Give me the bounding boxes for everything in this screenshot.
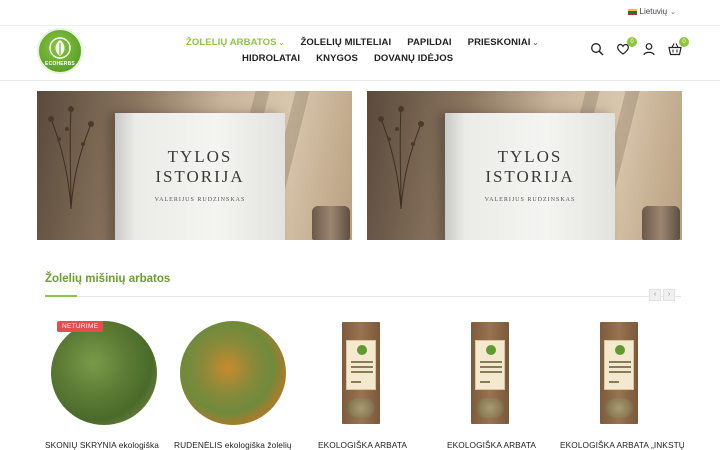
label-line xyxy=(480,366,502,368)
nav-item-label: KNYGOS xyxy=(316,53,358,64)
tea-pouch-image xyxy=(471,322,509,424)
label-line xyxy=(351,361,373,363)
logo-text: ECOHERBS xyxy=(45,61,75,67)
nav-row-secondary: HIDROLATAI KNYGOS DOVANŲ IDĖJOS xyxy=(242,53,453,64)
carousel-arrows: ‹ › xyxy=(649,289,675,301)
product-card[interactable]: EKOLOGIŠKA ARBATA xyxy=(433,318,553,450)
heart-icon[interactable]: 0 xyxy=(616,37,637,56)
nav-item-zoleliu-milteliai[interactable]: ŽOLELIŲ MILTELIAI xyxy=(301,37,392,48)
user-icon[interactable] xyxy=(642,42,656,56)
cart-count-badge: 0 xyxy=(679,37,689,47)
product-image xyxy=(304,318,424,430)
pouch-label xyxy=(346,340,376,390)
product-name[interactable]: RUDENĖLIS ekologiška žolelių xyxy=(174,440,304,450)
label-line xyxy=(480,361,502,363)
pouch-label xyxy=(604,340,634,390)
nav-item-label: ŽOLELIŲ ARBATOS xyxy=(186,37,277,48)
herb-mix-image xyxy=(180,321,286,425)
label-line xyxy=(351,381,361,383)
pouch-window xyxy=(605,398,633,418)
book-title-line1: TYLOS xyxy=(497,147,563,166)
product-card[interactable]: NETURIME SKONIŲ SKRYNIA ekologiška xyxy=(45,318,165,450)
nav-item-papildai[interactable]: PAPILDAI xyxy=(407,37,451,48)
product-image xyxy=(174,318,294,430)
label-line xyxy=(351,371,373,373)
label-line xyxy=(609,366,631,368)
dried-plant-icon xyxy=(48,106,94,209)
nav-item-dovanu-idejos[interactable]: DOVANŲ IDĖJOS xyxy=(374,53,453,64)
product-card[interactable]: RUDENĖLIS ekologiška žolelių xyxy=(174,318,294,450)
vase xyxy=(312,206,350,240)
site-header: ECOHERBS ŽOLELIŲ ARBATOS ⌄ ŽOLELIŲ MILTE… xyxy=(0,26,720,81)
promo-banner-book[interactable]: TYLOS ISTORIJA VALERIJUS RUDZINSKAS xyxy=(367,91,682,240)
chevron-down-icon: ⌄ xyxy=(670,8,676,16)
nav-item-label: DOVANŲ IDĖJOS xyxy=(373,53,454,64)
ecoherbs-logo[interactable]: ECOHERBS xyxy=(37,28,83,74)
product-card[interactable]: EKOLOGIŠKA ARBATA „INKSTŲ xyxy=(560,318,684,450)
label-line xyxy=(609,381,619,383)
product-image xyxy=(562,318,682,430)
book-cover: TYLOS ISTORIJA VALERIJUS RUDZINSKAS xyxy=(115,113,285,240)
language-label: Lietuvių xyxy=(639,7,668,16)
lithuania-flag-icon xyxy=(627,8,637,15)
nav-item-label: PAPILDAI xyxy=(407,37,452,48)
pouch-window xyxy=(476,398,504,418)
label-line xyxy=(480,381,490,383)
label-line xyxy=(609,371,631,373)
leaf-logo-icon xyxy=(615,345,625,355)
header-icons: 0 0 xyxy=(590,37,689,56)
chevron-down-icon: ⌄ xyxy=(278,39,285,47)
book-author: VALERIJUS RUDZINSKAS xyxy=(154,197,246,203)
book-title-line2: ISTORIJA xyxy=(155,167,245,186)
wishlist-count-badge: 0 xyxy=(627,37,637,47)
nav-item-label: ŽOLELIŲ MILTELIAI xyxy=(300,37,392,48)
section-divider xyxy=(45,296,681,297)
book-cover: TYLOS ISTORIJA VALERIJUS RUDZINSKAS xyxy=(445,113,615,240)
book-title-line2: ISTORIJA xyxy=(485,167,575,186)
label-line xyxy=(480,371,502,373)
chevron-right-icon[interactable]: › xyxy=(663,289,675,301)
book-author: VALERIJUS RUDZINSKAS xyxy=(484,197,576,203)
book-title-line1: TYLOS xyxy=(167,147,233,166)
nav-item-label: HIDROLATAI xyxy=(242,53,301,64)
promo-banner-book[interactable]: TYLOS ISTORIJA VALERIJUS RUDZINSKAS xyxy=(37,91,352,240)
product-name[interactable]: EKOLOGIŠKA ARBATA xyxy=(318,440,448,450)
tea-pouch-image xyxy=(600,322,638,424)
section-title: Žolelių mišinių arbatos xyxy=(45,273,171,285)
chevron-down-icon: ⌄ xyxy=(532,39,539,47)
label-line xyxy=(351,366,373,368)
basket-icon[interactable]: 0 xyxy=(668,37,689,56)
chevron-left-icon[interactable]: ‹ xyxy=(649,289,661,301)
dried-plant-icon xyxy=(378,106,424,209)
out-of-stock-badge: NETURIME xyxy=(57,321,104,332)
nav-item-zoleliu-arbatos[interactable]: ŽOLELIŲ ARBATOS ⌄ xyxy=(186,37,285,48)
nav-item-label: PRIESKONIAI xyxy=(467,37,531,48)
language-selector[interactable]: Lietuvių ⌄ xyxy=(627,7,676,16)
nav-row-primary: ŽOLELIŲ ARBATOS ⌄ ŽOLELIŲ MILTELIAI PAPI… xyxy=(186,37,538,48)
leaf-logo-icon xyxy=(357,345,367,355)
section-divider-accent xyxy=(45,295,77,297)
vase xyxy=(642,206,680,240)
nav-item-hidrolatai[interactable]: HIDROLATAI xyxy=(242,53,300,64)
product-name[interactable]: SKONIŲ SKRYNIA ekologiška xyxy=(45,440,175,450)
product-name[interactable]: EKOLOGIŠKA ARBATA xyxy=(447,440,577,450)
product-card[interactable]: EKOLOGIŠKA ARBATA xyxy=(304,318,424,450)
nav-item-prieskoniai[interactable]: PRIESKONIAI ⌄ xyxy=(468,37,539,48)
herb-mix-image xyxy=(51,321,157,425)
pouch-label xyxy=(475,340,505,390)
product-name[interactable]: EKOLOGIŠKA ARBATA „INKSTŲ xyxy=(560,440,684,450)
pouch-window xyxy=(347,398,375,418)
product-image xyxy=(433,318,553,430)
leaf-logo-icon xyxy=(486,345,496,355)
tea-pouch-image xyxy=(342,322,380,424)
label-line xyxy=(609,361,631,363)
search-icon[interactable] xyxy=(590,42,604,56)
top-bar: Lietuvių ⌄ xyxy=(0,0,720,26)
nav-item-knygos[interactable]: KNYGOS xyxy=(316,53,358,64)
product-image: NETURIME xyxy=(45,318,165,430)
